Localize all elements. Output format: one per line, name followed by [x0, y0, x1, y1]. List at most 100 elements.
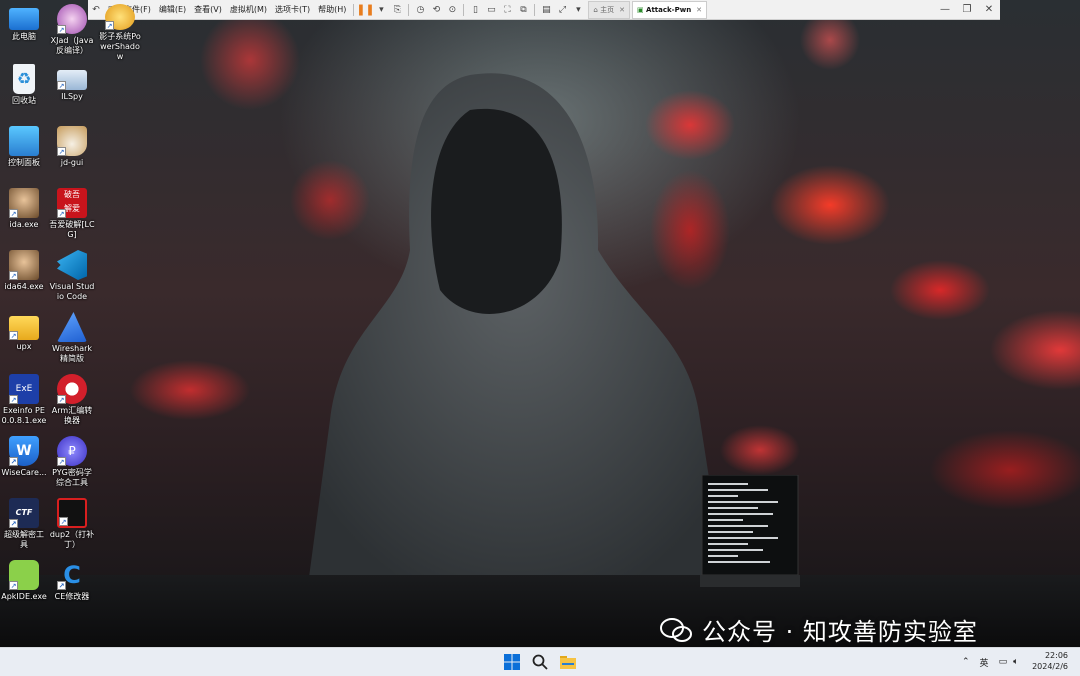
restore-icon[interactable]: ❐ [956, 4, 978, 15]
shortcut-arrow-icon: ↗ [57, 581, 66, 590]
control-panel-icon [9, 126, 39, 156]
icon-label: ILSpy [61, 92, 83, 101]
arm-converter-icon: ↗ [57, 374, 87, 404]
tab-home[interactable]: ⌂ 主页 ✕ [588, 0, 630, 19]
shortcut-arrow-icon: ↗ [9, 209, 18, 218]
icon-label: Visual Studio Code [49, 282, 95, 301]
volume-icon[interactable]: 🔈︎ [1013, 657, 1018, 667]
desktop-icon-ilspy[interactable]: ↗ ILSpy [49, 64, 95, 102]
desktop-icon-vscode[interactable]: Visual Studio Code [49, 250, 95, 302]
file-explorer-icon[interactable] [559, 653, 577, 671]
desktop-icon-pyg[interactable]: ₽ ↗ PYG密码学综合工具 [49, 436, 95, 488]
toolbar-divider [353, 3, 355, 16]
dropdown-icon[interactable]: ▾ [571, 3, 585, 17]
wisecare-icon: W ↗ [9, 436, 39, 466]
desktop-icon-52pojie[interactable]: 破吾 解爱 ↗ 吾爱破解[LCG] [49, 188, 95, 240]
tray-expand-icon[interactable]: ⌃ [962, 657, 970, 667]
desktop-icon-recycle-bin[interactable]: ♻ 回收站 [1, 64, 47, 106]
dropdown-icon[interactable]: ▾ [374, 3, 388, 17]
snapshot-manager-icon[interactable]: ⊙ [445, 3, 459, 17]
icon-label: Wireshark精简版 [51, 344, 93, 363]
desktop-icon-wireshark[interactable]: Wireshark精简版 [49, 312, 95, 364]
shortcut-arrow-icon: ↗ [57, 395, 66, 404]
clock[interactable]: 22:06 2024/2/6 [1032, 650, 1068, 672]
dup2-icon: ↗ [57, 498, 87, 528]
pyg-icon: ₽ ↗ [57, 436, 87, 466]
menu-edit[interactable]: 编辑(E) [155, 4, 190, 15]
icon-label: Exeinfo PE 0.0.8.1.exe [1, 406, 47, 425]
snapshot-icon[interactable]: ◷ [413, 3, 427, 17]
desktop-icon-ida64[interactable]: ↗ ida64.exe [1, 250, 47, 292]
android-icon: ↗ [9, 560, 39, 590]
desktop-icon-xjad[interactable]: ↗ XJad（Java反编译） [49, 4, 95, 56]
wechat-watermark: 公众号 · 知攻善防实验室 [660, 612, 978, 647]
console-icon[interactable]: ▤ [539, 3, 553, 17]
revert-snapshot-icon[interactable]: ⟲ [429, 3, 443, 17]
desktop-icon-upx[interactable]: ↗ upx [1, 312, 47, 352]
desktop-icon-apkide[interactable]: ↗ ApkIDE.exe [1, 560, 47, 602]
desktop-icon-cheat-engine[interactable]: C ↗ CE修改器 [49, 560, 95, 602]
close-tab-icon[interactable]: ✕ [696, 6, 702, 14]
stretch-icon[interactable]: ⤢ [555, 3, 569, 17]
desktop-icon-arm-converter[interactable]: ↗ Arm汇编转换器 [49, 374, 95, 426]
shortcut-arrow-icon: ↗ [105, 21, 114, 30]
52pojie-icon: 破吾 解爱 ↗ [57, 188, 87, 218]
minimize-icon[interactable]: — [934, 4, 956, 15]
jd-gui-icon: ↗ [57, 126, 87, 156]
tab-attack-pwn[interactable]: ▣ Attack-Pwn ✕ [631, 0, 708, 19]
desktop-icon-powershadow[interactable]: ↗ 影子系统PowerShadow [97, 4, 143, 62]
shortcut-arrow-icon: ↗ [57, 25, 66, 34]
sidebar-toggle-icon[interactable]: ▯ [468, 3, 482, 17]
network-icon[interactable]: ▭ [999, 657, 1008, 667]
tab-label: 主页 [600, 5, 615, 14]
icon-label: WiseCare... [1, 468, 47, 477]
menu-tabs[interactable]: 选项卡(T) [271, 4, 314, 15]
unity-icon[interactable]: ⧉ [516, 3, 530, 17]
ilspy-icon: ↗ [57, 70, 87, 90]
desktop-icon-this-pc[interactable]: 此电脑 [1, 4, 47, 42]
icon-label: 超级解密工具 [4, 530, 44, 549]
menu-view[interactable]: 查看(V) [190, 4, 226, 15]
search-icon[interactable] [531, 653, 549, 671]
windows-start-icon[interactable] [503, 653, 521, 671]
close-tab-icon[interactable]: ✕ [619, 6, 625, 14]
fullscreen-icon[interactable]: ⛶ [500, 3, 514, 17]
window-controls: — ❐ ✕ [934, 0, 1000, 18]
icon-label: ApkIDE.exe [1, 592, 47, 601]
icon-label: ida.exe [9, 220, 39, 229]
desktop-icon-dup2[interactable]: ↗ dup2（打补丁） [49, 498, 95, 550]
icon-label: PYG密码学综合工具 [52, 468, 92, 487]
shortcut-arrow-icon: ↗ [57, 457, 66, 466]
desktop-icon-wisecare[interactable]: W ↗ WiseCare... [1, 436, 47, 478]
toolbar-divider [408, 3, 410, 16]
cheat-engine-icon: C ↗ [57, 561, 81, 590]
desktop-icon-ida[interactable]: ↗ ida.exe [1, 188, 47, 230]
icon-label: 吾爱破解[LCG] [49, 220, 95, 239]
shortcut-arrow-icon: ↗ [57, 209, 66, 218]
icon-label: upx [16, 342, 32, 351]
home-icon: ⌂ [593, 5, 598, 14]
desktop-icon-ctf-decrypt[interactable]: CTF ↗ 超级解密工具 [1, 498, 47, 550]
shortcut-arrow-icon: ↗ [9, 271, 18, 280]
icon-label: 此电脑 [12, 32, 36, 41]
input-language[interactable]: 英 [980, 656, 989, 669]
ctf-icon: CTF ↗ [9, 498, 39, 528]
thumbnail-icon[interactable]: ▭ [484, 3, 498, 17]
desktop-icon-exeinfo[interactable]: ExE ↗ Exeinfo PE 0.0.8.1.exe [1, 374, 47, 426]
shortcut-arrow-icon: ↗ [9, 581, 18, 590]
icon-label: XJad（Java反编译） [50, 36, 94, 55]
shortcut-arrow-icon: ↗ [9, 457, 18, 466]
menu-help[interactable]: 帮助(H) [314, 4, 350, 15]
close-icon[interactable]: ✕ [978, 4, 1000, 15]
ida-icon: ↗ [9, 188, 39, 218]
pause-icon[interactable]: ❚❚ [356, 3, 374, 17]
shortcut-arrow-icon: ↗ [57, 147, 66, 156]
shortcut-arrow-icon: ↗ [9, 331, 18, 340]
send-ctrl-alt-del-icon[interactable]: ⎘ [390, 3, 404, 17]
shortcut-arrow-icon: ↗ [9, 519, 18, 528]
desktop-icon-jd-gui[interactable]: ↗ jd-gui [49, 126, 95, 168]
exeinfo-icon: ExE ↗ [9, 374, 39, 404]
desktop-icon-control-panel[interactable]: 控制面板 [1, 126, 47, 168]
wechat-icon [660, 617, 692, 642]
menu-vm[interactable]: 虚拟机(M) [226, 4, 271, 15]
